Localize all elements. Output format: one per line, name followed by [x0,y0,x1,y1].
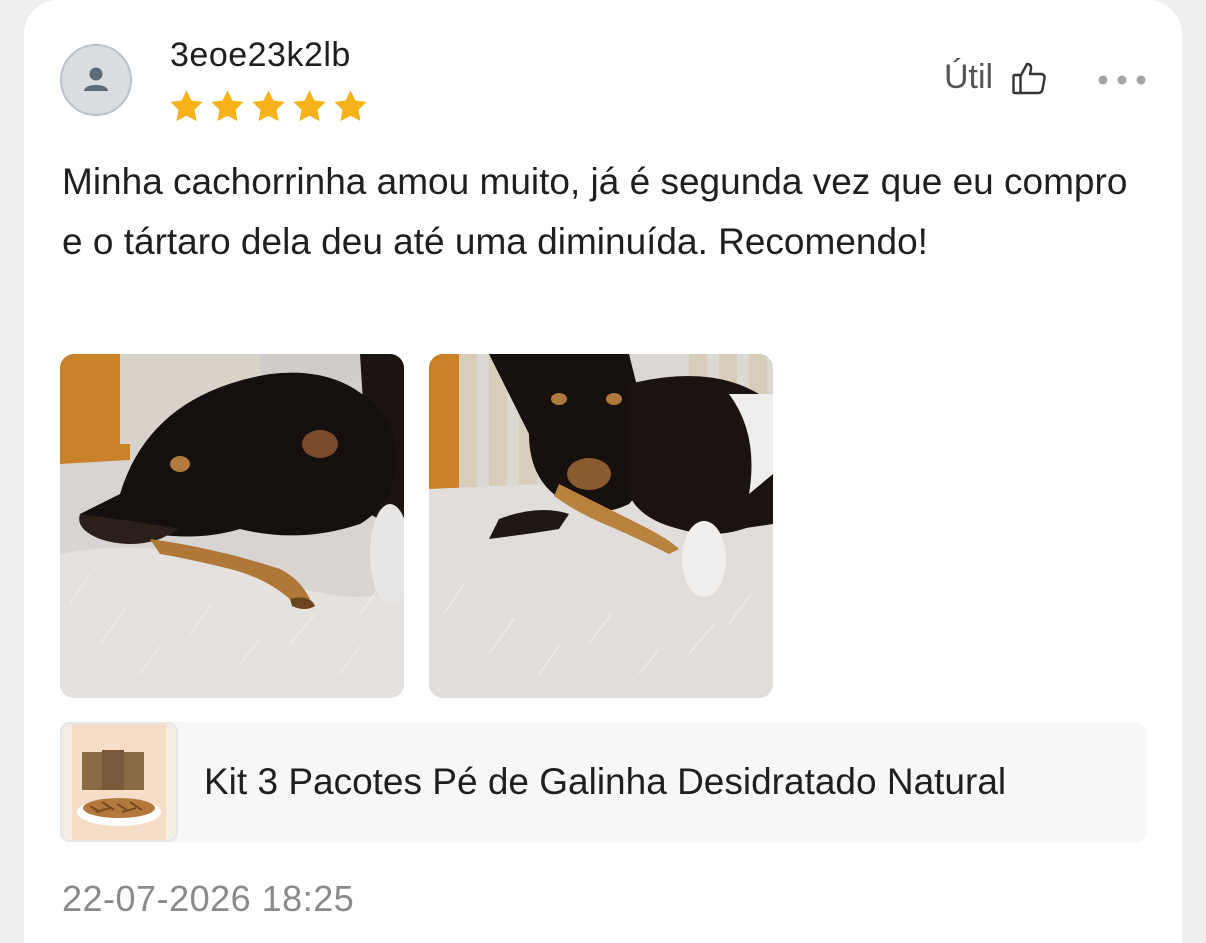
review-text: Minha cachorrinha amou muito, já é segun… [62,161,1128,262]
dog-chewing-photo-2 [429,354,773,698]
review-timestamp: 22-07-2026 18:25 [62,878,355,919]
more-options-icon [1098,75,1146,85]
review-photo-2[interactable] [429,354,773,698]
product-name: Kit 3 Pacotes Pé de Galinha Desidratado … [204,761,1007,802]
star-icon [334,90,367,121]
star-icon [170,90,203,121]
star-icon [252,90,285,121]
product-image [62,724,176,840]
product-link[interactable]: Kit 3 Pacotes Pé de Galinha Desidratado … [60,722,1146,842]
dog-chewing-photo-1 [60,354,404,698]
product-thumbnail [60,722,178,842]
more-options-button[interactable] [1096,60,1148,100]
user-icon [84,67,108,91]
review-photo-1[interactable] [60,354,404,698]
reviewer-username: 3eoe23k2lb [170,36,351,74]
star-rating [168,88,369,125]
star-icon [293,90,326,121]
thumbs-up-icon [1012,62,1046,94]
helpful-label: Útil [944,58,994,96]
helpful-button[interactable]: Útil [944,58,1047,97]
review-card: 3eoe23k2lb Útil Minha cachorrinha amou m… [24,0,1182,943]
avatar[interactable] [60,44,132,116]
star-icon [211,90,244,121]
